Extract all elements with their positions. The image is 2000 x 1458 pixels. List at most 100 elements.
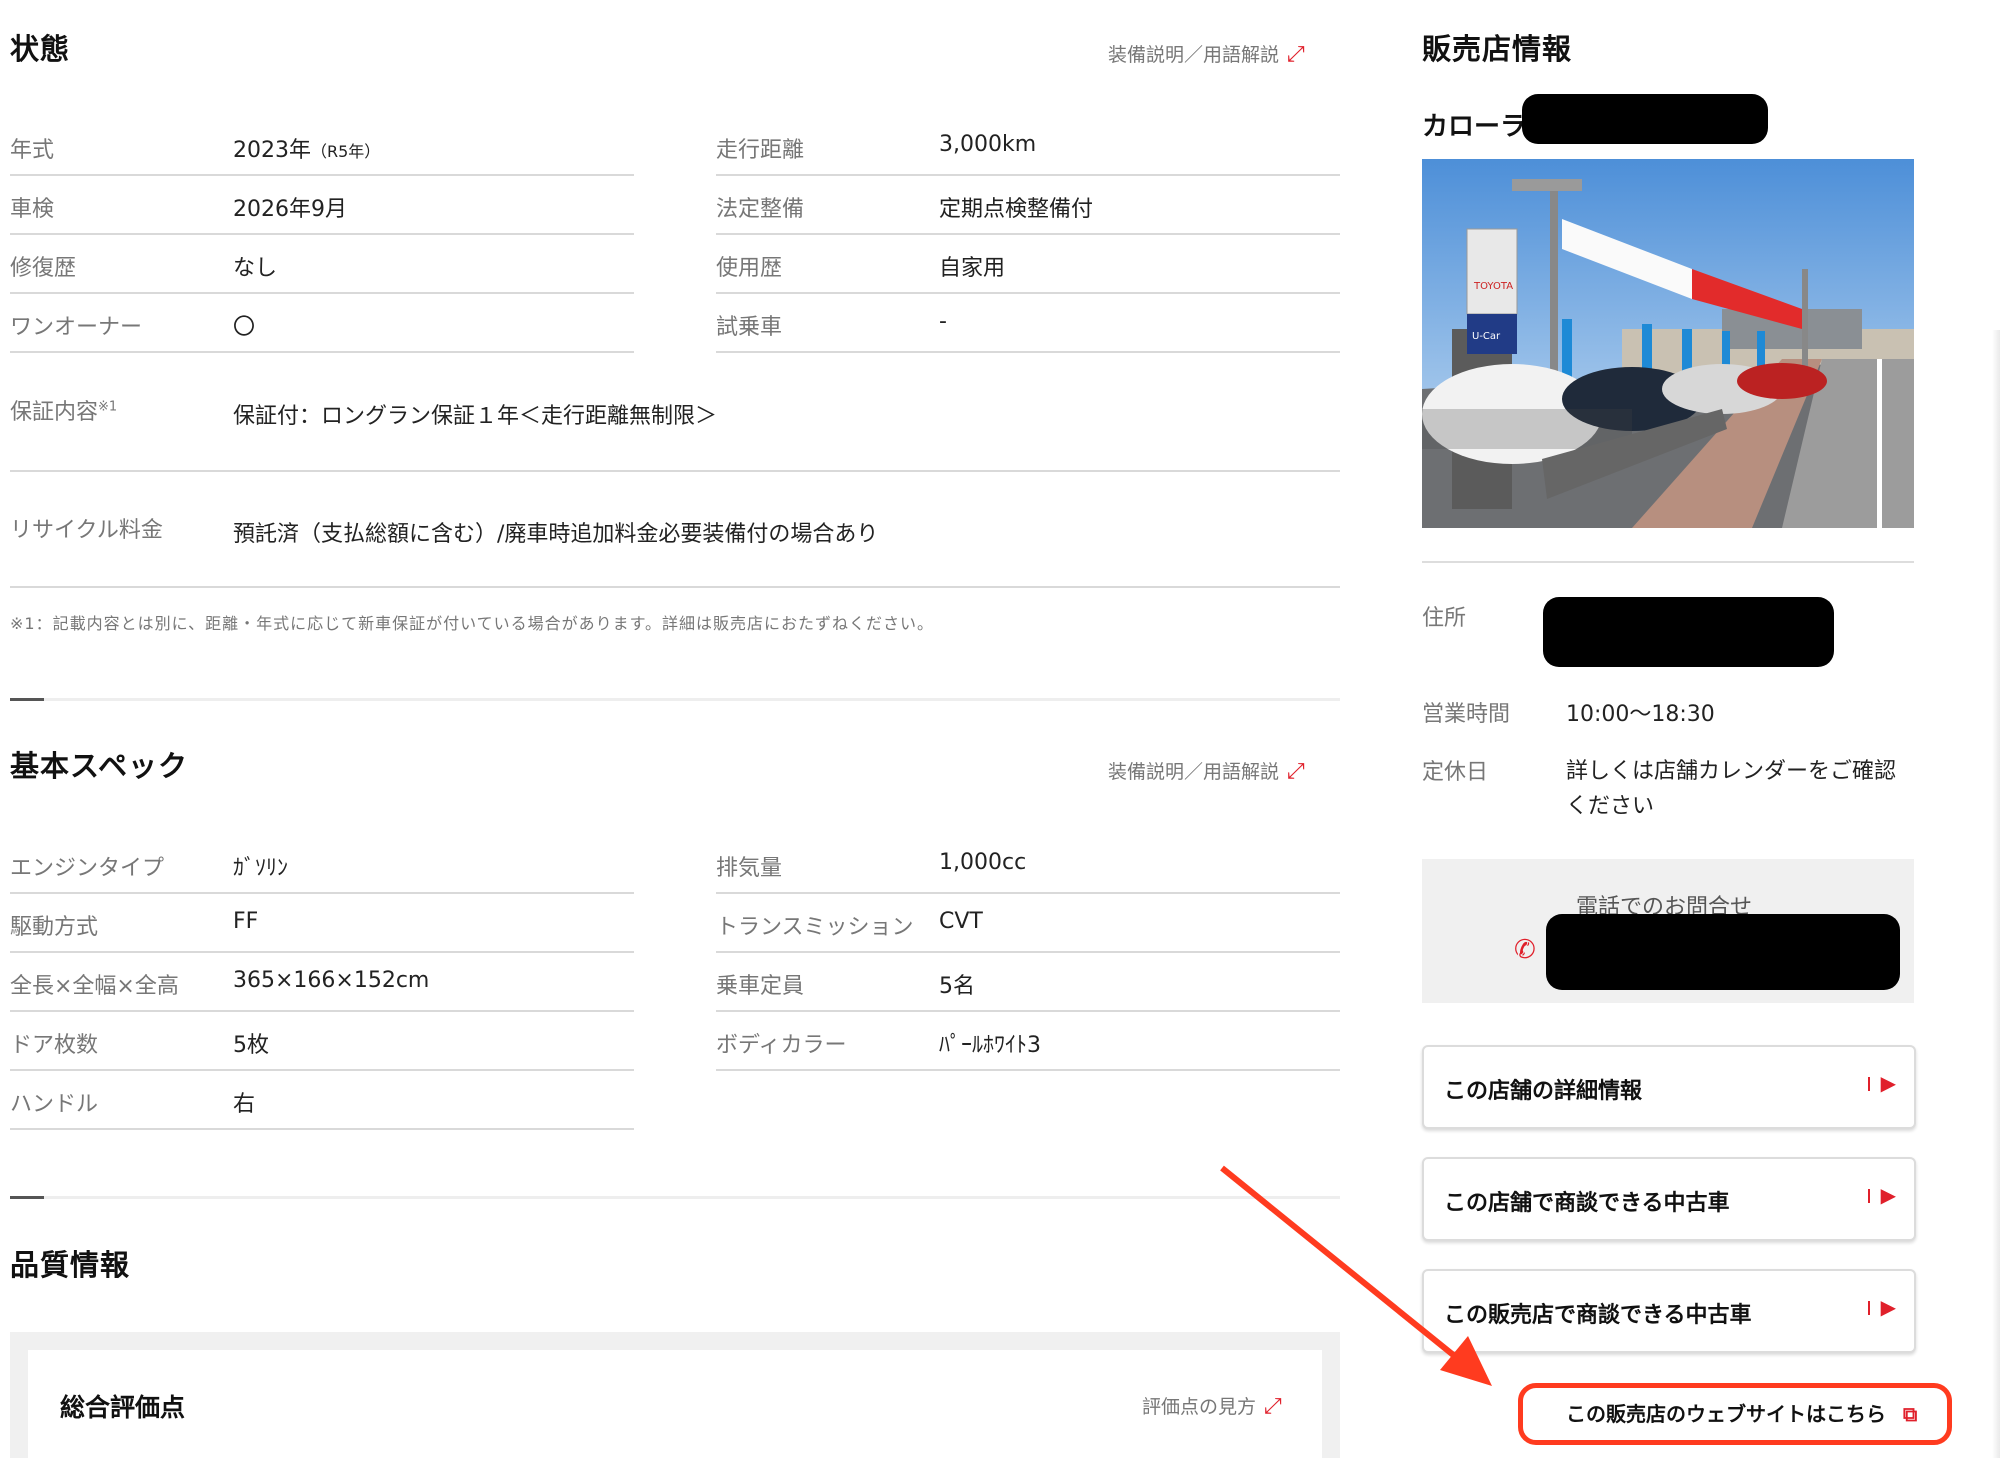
row-value: ﾊﾟｰﾙﾎﾜｲﾄ3 [939, 1033, 1041, 1058]
table-row: 全長×全幅×全高 365×166×152cm [10, 954, 634, 1012]
row-value: 1,000cc [939, 850, 1027, 875]
button-separator [1868, 1077, 1870, 1091]
scrollbar-shadow [1992, 330, 2000, 1458]
table-row: 年式 2023年（R5年） [10, 118, 634, 176]
button-separator [1868, 1301, 1870, 1315]
table-row: ボディカラー ﾊﾟｰﾙﾎﾜｲﾄ3 [716, 1013, 1340, 1071]
arrow-right-icon: ▶ [1880, 1071, 1896, 1095]
row-value: 自家用 [939, 256, 1006, 281]
row-label: ボディカラー [716, 1033, 847, 1058]
arrow-right-icon: ▶ [1880, 1183, 1896, 1207]
hours-value: 10:00〜18:30 [1566, 702, 1715, 727]
warranty-footnote: ※1：記載内容とは別に、距離・年式に応じて新車保証が付いている場合があります。詳… [10, 614, 935, 633]
sidebar-divider [1422, 561, 1914, 563]
row-value: 定期点検整備付 [939, 197, 1094, 222]
row-value: CVT [939, 909, 983, 934]
score-help-label: 評価点の見方 [1142, 1396, 1257, 1418]
row-label: 試乗車 [716, 315, 783, 340]
row-label: ドア枚数 [10, 1033, 99, 1058]
arrow-right-icon: ▶ [1880, 1295, 1896, 1319]
row-label: 全長×全幅×全高 [10, 974, 179, 999]
row-value: 2023年（R5年） [233, 138, 381, 163]
annotation-highlight-box [1518, 1383, 1952, 1445]
row-label: 走行距離 [716, 138, 805, 163]
table-row: 走行距離 3,000km [716, 118, 1340, 176]
store-sign-ucar: U-Car [1472, 331, 1501, 342]
redacted-phone-number[interactable] [1546, 914, 1900, 990]
redacted-address [1543, 597, 1834, 667]
row-label: 法定整備 [716, 197, 805, 222]
store-sign-toyota: TOYOTA [1473, 281, 1513, 292]
dealer-name[interactable]: カローラ [1422, 106, 1526, 143]
row-value: 右 [233, 1092, 256, 1117]
glossary-link-label: 装備説明／用語解説 [1108, 44, 1280, 66]
row-label: 排気量 [716, 856, 783, 881]
row-value: 〇 [233, 315, 256, 340]
section-divider [10, 698, 1340, 701]
quality-title: 品質情報 [10, 1248, 131, 1282]
dealer-title: 販売店情報 [1422, 32, 1573, 66]
row-label: 修復歴 [10, 256, 77, 281]
button-separator [1868, 1189, 1870, 1203]
hours-label: 営業時間 [1422, 702, 1511, 727]
row-value: 5名 [939, 974, 975, 999]
specs-title: 基本スペック [10, 749, 188, 783]
external-link-icon: ⤢ [1287, 42, 1305, 67]
row-label: 乗車定員 [716, 974, 805, 999]
quality-score-card: 総合評価点 評価点の見方 ⤢ [28, 1350, 1322, 1458]
address-label: 住所 [1422, 606, 1467, 631]
table-row: 法定整備 定期点検整備付 [716, 177, 1340, 235]
table-row: 使用歴 自家用 [716, 236, 1340, 294]
table-row: トランスミッション CVT [716, 895, 1340, 953]
row-label: 使用歴 [716, 256, 783, 281]
holiday-value-line: ください [1566, 794, 1655, 819]
table-row: 排気量 1,000cc [716, 836, 1340, 894]
specs-glossary-link[interactable]: 装備説明／用語解説 ⤢ [1108, 757, 1305, 784]
warranty-value: 保証付：ロングラン保証１年＜走行距離無制限＞ [233, 404, 718, 429]
score-help-link[interactable]: 評価点の見方 ⤢ [1142, 1392, 1282, 1419]
row-label: トランスミッション [716, 915, 914, 940]
holiday-value-line: 詳しくは店舗カレンダーをご確認 [1566, 759, 1897, 784]
row-label: ハンドル [10, 1092, 99, 1117]
row-value: 2026年9月 [233, 197, 347, 222]
row-value: FF [233, 909, 259, 934]
row-value: 5枚 [233, 1033, 269, 1058]
row-value: ｶﾞｿﾘﾝ [233, 856, 289, 881]
glossary-link-label: 装備説明／用語解説 [1108, 761, 1280, 783]
store-detail-button[interactable]: この店舗の詳細情報 ▶ [1422, 1045, 1916, 1129]
annotation-arrow [1220, 1165, 1492, 1386]
row-value: 3,000km [939, 132, 1037, 157]
table-row: 駆動方式 FF [10, 895, 634, 953]
quality-score-panel: 総合評価点 評価点の見方 ⤢ [10, 1332, 1340, 1458]
section-divider-accent [10, 698, 44, 701]
table-row: 車検 2026年9月 [10, 177, 634, 235]
table-row: エンジンタイプ ｶﾞｿﾘﾝ [10, 836, 634, 894]
table-row: 修復歴 なし [10, 236, 634, 294]
holiday-value: 詳しくは店舗カレンダーをご確認 ください [1566, 754, 1896, 824]
row-value: 365×166×152cm [233, 968, 430, 993]
recycle-value: 預託済（支払総額に含む）/廃車時追加料金必要装備付の場合あり [233, 522, 879, 547]
warranty-label: 保証内容※1 [10, 399, 118, 425]
row-label: 車検 [10, 197, 55, 222]
row-value: - [939, 309, 947, 334]
phone-box: 電話でのお問合せ ✆ [1422, 859, 1914, 1003]
section-divider-accent [10, 1196, 44, 1199]
external-link-icon: ⤢ [1287, 759, 1305, 784]
score-title: 総合評価点 [60, 1393, 186, 1422]
recycle-label: リサイクル料金 [10, 518, 163, 543]
recycle-row: リサイクル料金 預託済（支払総額に含む）/廃車時追加料金必要装備付の場合あり [10, 472, 1340, 588]
button-label: この店舗の詳細情報 [1444, 1079, 1643, 1104]
warranty-row: 保証内容※1 保証付：ロングラン保証１年＜走行距離無制限＞ [10, 354, 1340, 472]
external-link-icon: ⤢ [1264, 1394, 1282, 1419]
section-divider [10, 1196, 1340, 1199]
holiday-label: 定休日 [1422, 760, 1489, 785]
table-row: 試乗車 - [716, 295, 1340, 353]
condition-glossary-link[interactable]: 装備説明／用語解説 ⤢ [1108, 40, 1305, 67]
redacted-dealer-name [1522, 94, 1768, 144]
store-photo: TOYOTA U-Car [1422, 159, 1914, 528]
table-row: ドア枚数 5枚 [10, 1013, 634, 1071]
row-label: ワンオーナー [10, 315, 143, 340]
row-label: 駆動方式 [10, 915, 99, 940]
table-row: 乗車定員 5名 [716, 954, 1340, 1012]
row-value: なし [233, 256, 278, 281]
